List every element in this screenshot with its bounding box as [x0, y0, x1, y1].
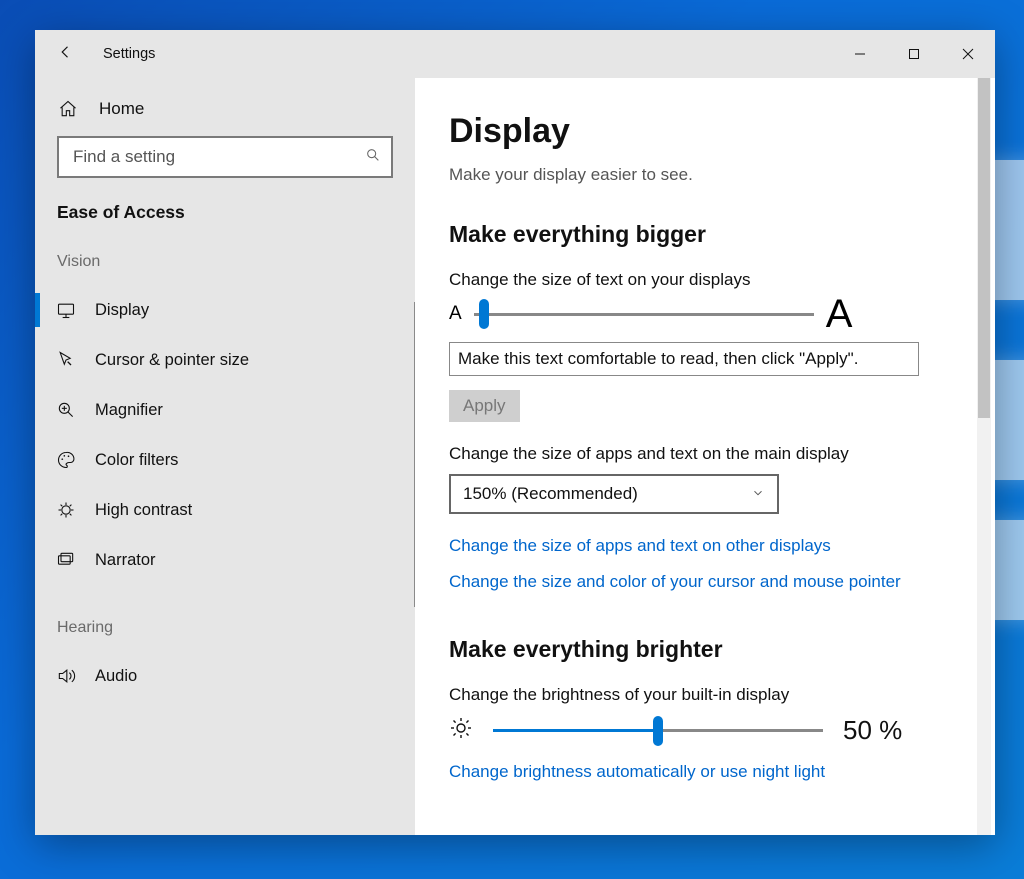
home-item[interactable]: Home: [35, 86, 415, 136]
sample-text-preview: Make this text comfortable to read, then…: [449, 342, 919, 376]
category-title: Ease of Access: [35, 196, 415, 247]
close-button[interactable]: [941, 30, 995, 78]
sidebar-item-color-filters[interactable]: Color filters: [35, 435, 415, 485]
sidebar-item-narrator[interactable]: Narrator: [35, 535, 415, 585]
sidebar-group-label: Hearing: [35, 613, 415, 651]
sidebar-item-label: Color filters: [95, 451, 178, 470]
brightness-value: 50 %: [843, 715, 902, 746]
brightness-slider[interactable]: [493, 729, 823, 732]
sidebar-item-label: Narrator: [95, 551, 156, 570]
section-bigger-heading: Make everything bigger: [449, 221, 955, 248]
sidebar-item-label: Magnifier: [95, 401, 163, 420]
apps-size-select[interactable]: 150% (Recommended): [449, 474, 779, 514]
window-title: Settings: [103, 46, 155, 62]
window-controls: [833, 30, 995, 78]
home-label: Home: [99, 99, 144, 119]
apply-button[interactable]: Apply: [449, 390, 520, 422]
sidebar-item-magnifier[interactable]: Magnifier: [35, 385, 415, 435]
cursor-icon: [55, 349, 77, 371]
text-slider-track[interactable]: [474, 313, 814, 316]
content-area: Display Make your display easier to see.…: [415, 78, 995, 835]
narrator-icon: [55, 549, 77, 571]
apps-size-label: Change the size of apps and text on the …: [449, 444, 955, 464]
search-icon: [365, 147, 381, 168]
brightness-icon: [449, 716, 473, 745]
text-size-label: Change the size of text on your displays: [449, 270, 955, 290]
sidebar-item-label: High contrast: [95, 501, 192, 520]
page-title: Display: [449, 112, 955, 151]
sidebar-item-cursor-pointer-size[interactable]: Cursor & pointer size: [35, 335, 415, 385]
sidebar-item-audio[interactable]: Audio: [35, 651, 415, 701]
search-input[interactable]: Find a setting: [57, 136, 393, 178]
link-other-displays[interactable]: Change the size of apps and text on othe…: [449, 536, 955, 556]
text-size-slider[interactable]: A A: [449, 300, 955, 328]
sidebar-item-label: Display: [95, 301, 149, 320]
sidebar-item-display[interactable]: Display: [35, 285, 415, 335]
sidebar-group-label: Vision: [35, 247, 415, 285]
search-placeholder: Find a setting: [73, 147, 175, 167]
chevron-down-icon: [751, 486, 765, 503]
display-icon: [55, 299, 77, 321]
page-subtitle: Make your display easier to see.: [449, 165, 955, 185]
magnifier-icon: [55, 399, 77, 421]
back-icon[interactable]: [57, 43, 75, 66]
maximize-button[interactable]: [887, 30, 941, 78]
sidebar-item-high-contrast[interactable]: High contrast: [35, 485, 415, 535]
audio-icon: [55, 665, 77, 687]
content-scrollbar[interactable]: [977, 78, 991, 835]
link-auto-brightness[interactable]: Change brightness automatically or use n…: [449, 762, 955, 782]
section-brighter-heading: Make everything brighter: [449, 636, 955, 663]
contrast-icon: [55, 499, 77, 521]
sidebar: Home Find a setting Ease of Access Visio…: [35, 78, 415, 835]
small-a-icon: A: [449, 303, 462, 325]
settings-window: Settings Home Find a setting: [35, 30, 995, 835]
palette-icon: [55, 449, 77, 471]
minimize-button[interactable]: [833, 30, 887, 78]
sidebar-item-label: Cursor & pointer size: [95, 351, 249, 370]
sidebar-item-label: Audio: [95, 667, 137, 686]
home-icon: [57, 98, 79, 120]
titlebar: Settings: [35, 30, 995, 78]
link-cursor-size[interactable]: Change the size and color of your cursor…: [449, 572, 955, 592]
apps-size-value: 150% (Recommended): [463, 484, 638, 504]
big-a-icon: A: [826, 300, 853, 328]
brightness-label: Change the brightness of your built-in d…: [449, 685, 955, 705]
